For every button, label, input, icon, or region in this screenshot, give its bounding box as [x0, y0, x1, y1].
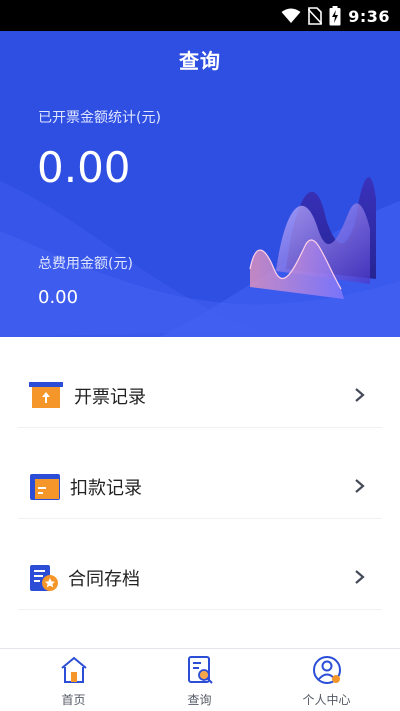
chevron-right-icon: [355, 479, 365, 493]
menu-item-label: 合同存档: [68, 569, 140, 590]
home-icon: [60, 656, 87, 683]
status-bar: 9:36: [0, 0, 400, 31]
menu-item-deduction-records[interactable]: 扣款记录: [0, 428, 400, 519]
invoice-box-icon: [29, 382, 63, 408]
status-time: 9:36: [348, 6, 390, 26]
query-document-icon: [187, 656, 213, 684]
wave-decoration-illustration: [249, 177, 376, 299]
chevron-right-icon: [355, 570, 365, 584]
bottom-tab-bar: 首页 查询 个人中心: [0, 648, 400, 711]
query-menu-list: 开票记录 扣款记录 合同存档: [0, 337, 400, 610]
total-fee-label: 总费用金额(元): [38, 256, 133, 272]
wallet-card-icon: [30, 474, 60, 500]
menu-item-label: 扣款记录: [70, 478, 142, 499]
summary-header: 查询 已开票金额统计(元) 0.00 总费用金额(元) 0.00: [0, 31, 400, 337]
tab-label: 查询: [187, 693, 212, 707]
tab-label: 个人中心: [302, 693, 351, 707]
chevron-right-icon: [355, 388, 365, 402]
contract-archive-icon: [30, 565, 58, 591]
page-title: 查询: [179, 49, 221, 73]
status-icons: 9:36: [281, 6, 390, 26]
menu-item-invoice-records[interactable]: 开票记录: [0, 337, 400, 428]
wifi-icon: [281, 8, 301, 23]
tab-home[interactable]: 首页: [7, 649, 140, 711]
battery-charging-icon: [329, 6, 341, 26]
total-fee-value: 0.00: [38, 287, 79, 308]
divider: [18, 609, 382, 610]
tab-label: 首页: [61, 693, 86, 707]
menu-item-label: 开票记录: [74, 387, 146, 408]
tab-personal-center[interactable]: 个人中心: [260, 649, 393, 711]
no-sim-icon: [308, 7, 323, 25]
issued-amount-value: 0.00: [37, 143, 131, 192]
menu-item-contract-archive[interactable]: 合同存档: [0, 519, 400, 610]
issued-amount-label: 已开票金额统计(元): [38, 110, 161, 126]
profile-icon: [312, 656, 341, 684]
tab-query[interactable]: 查询: [133, 649, 266, 711]
